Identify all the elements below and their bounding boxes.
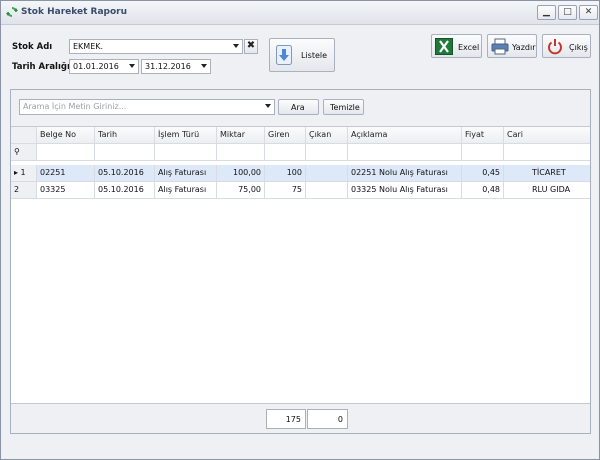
filter-cell[interactable] [37,144,95,160]
date-from-value: 01.01.2016 [73,62,119,71]
column-header[interactable]: Çıkan [306,127,348,143]
search-placeholder: Arama İçin Metin Giriniz... [23,102,127,111]
results-panel: Arama İçin Metin Giriniz... Ara Temizle … [10,89,591,434]
stock-name-combo[interactable]: EKMEK. [69,39,243,54]
cell-transaction-type: Alış Faturası [155,165,217,181]
search-button-label: Ara [291,103,305,112]
column-header[interactable]: Fiyat [462,127,504,143]
table-row[interactable]: 2 03325 05.10.2016 Alış Faturası 75,00 7… [11,182,590,199]
date-from-picker[interactable]: 01.01.2016 [69,59,139,74]
clear-search-label: Temizle [330,103,360,112]
chevron-down-icon[interactable] [265,104,271,108]
print-button-label: Yazdır [512,43,536,52]
table-row[interactable]: ▸ 1 02251 05.10.2016 Alış Faturası 100,0… [11,165,590,182]
cell-description: 03325 Nolu Alış Faturası [348,182,462,198]
cell-quantity: 75,00 [217,182,265,198]
exit-button[interactable]: Çıkış [542,34,591,58]
excel-icon [435,38,453,55]
column-header[interactable]: Tarih [95,127,155,143]
column-header[interactable]: Giren [265,127,306,143]
chevron-down-icon[interactable] [201,64,207,68]
cell-date: 05.10.2016 [95,165,155,181]
column-header[interactable]: Cari [504,127,590,143]
cell-quantity: 100,00 [217,165,265,181]
cell-account: RLU GIDA [532,185,571,194]
cell-outgoing [306,182,348,198]
filter-cell[interactable] [348,144,462,160]
cell-incoming: 75 [265,182,306,198]
filter-cell[interactable] [217,144,265,160]
filter-cell[interactable] [306,144,348,160]
clear-search-button[interactable]: Temizle [323,99,364,115]
list-button[interactable]: Listele [269,38,335,72]
column-header[interactable]: Miktar [217,127,265,143]
date-to-picker[interactable]: 31.12.2016 [141,59,211,74]
cell-transaction-type: Alış Faturası [155,182,217,198]
row-indicator: ▸ 1 [11,165,37,181]
filter-icon: ⚲ [11,144,37,160]
refresh-app-icon [6,7,18,17]
date-to-value: 31.12.2016 [145,62,191,71]
excel-button-label: Excel [458,43,480,52]
window-title: Stok Hareket Raporu [21,7,127,17]
cell-price: 0,48 [462,182,504,198]
close-button[interactable]: ✕ [579,5,598,20]
grid-header-row: Belge No Tarih İşlem Türü Miktar Giren Ç… [11,127,590,144]
column-header[interactable]: İşlem Türü [155,127,217,143]
cell-document-no: 03325 [37,182,95,198]
chevron-down-icon[interactable] [129,64,135,68]
maximize-button[interactable]: □ [558,5,577,20]
power-icon [548,39,562,55]
column-header[interactable]: Açıklama [348,127,462,143]
cell-price: 0,45 [462,165,504,181]
title-bar: Stok Hareket Raporu ▁ □ ✕ [1,1,599,25]
search-button[interactable]: Ara [278,99,319,115]
cell-outgoing [306,165,348,181]
clear-stock-button[interactable]: ✖ [244,39,258,54]
chevron-down-icon[interactable] [233,44,239,48]
cell-account: TİCARET [532,168,566,177]
printer-icon [491,38,509,55]
cell-document-no: 02251 [37,165,95,181]
filter-cell[interactable] [265,144,306,160]
search-input[interactable]: Arama İçin Metin Giriniz... [19,99,275,115]
list-button-label: Listele [301,51,328,60]
row-indicator: 2 [11,182,37,198]
print-button[interactable]: Yazdır [487,34,537,58]
column-header[interactable]: Belge No [37,127,95,143]
row-indicator-header [11,127,37,143]
filter-cell[interactable] [155,144,217,160]
stock-name-value: EKMEK. [73,42,104,51]
excel-button[interactable]: Excel [431,34,482,58]
total-incoming: 175 [266,409,306,429]
cell-incoming: 100 [265,165,306,181]
cell-date: 05.10.2016 [95,182,155,198]
filter-cell[interactable] [95,144,155,160]
date-range-label: Tarih Aralığı [12,62,70,72]
totals-footer: 175 0 [11,403,590,433]
minimize-button[interactable]: ▁ [537,5,556,20]
filter-row: ⚲ [11,144,590,161]
cell-description: 02251 Nolu Alış Faturası [348,165,462,181]
total-outgoing: 0 [307,409,348,429]
filter-cell[interactable] [504,144,590,160]
list-arrow-icon [276,45,292,65]
report-window: Stok Hareket Raporu ▁ □ ✕ Stok Adı EKMEK… [0,0,600,460]
search-strip: Arama İçin Metin Giriniz... Ara Temizle [11,90,590,127]
filter-cell[interactable] [462,144,504,160]
stock-name-label: Stok Adı [12,42,53,52]
exit-button-label: Çıkış [569,43,588,52]
